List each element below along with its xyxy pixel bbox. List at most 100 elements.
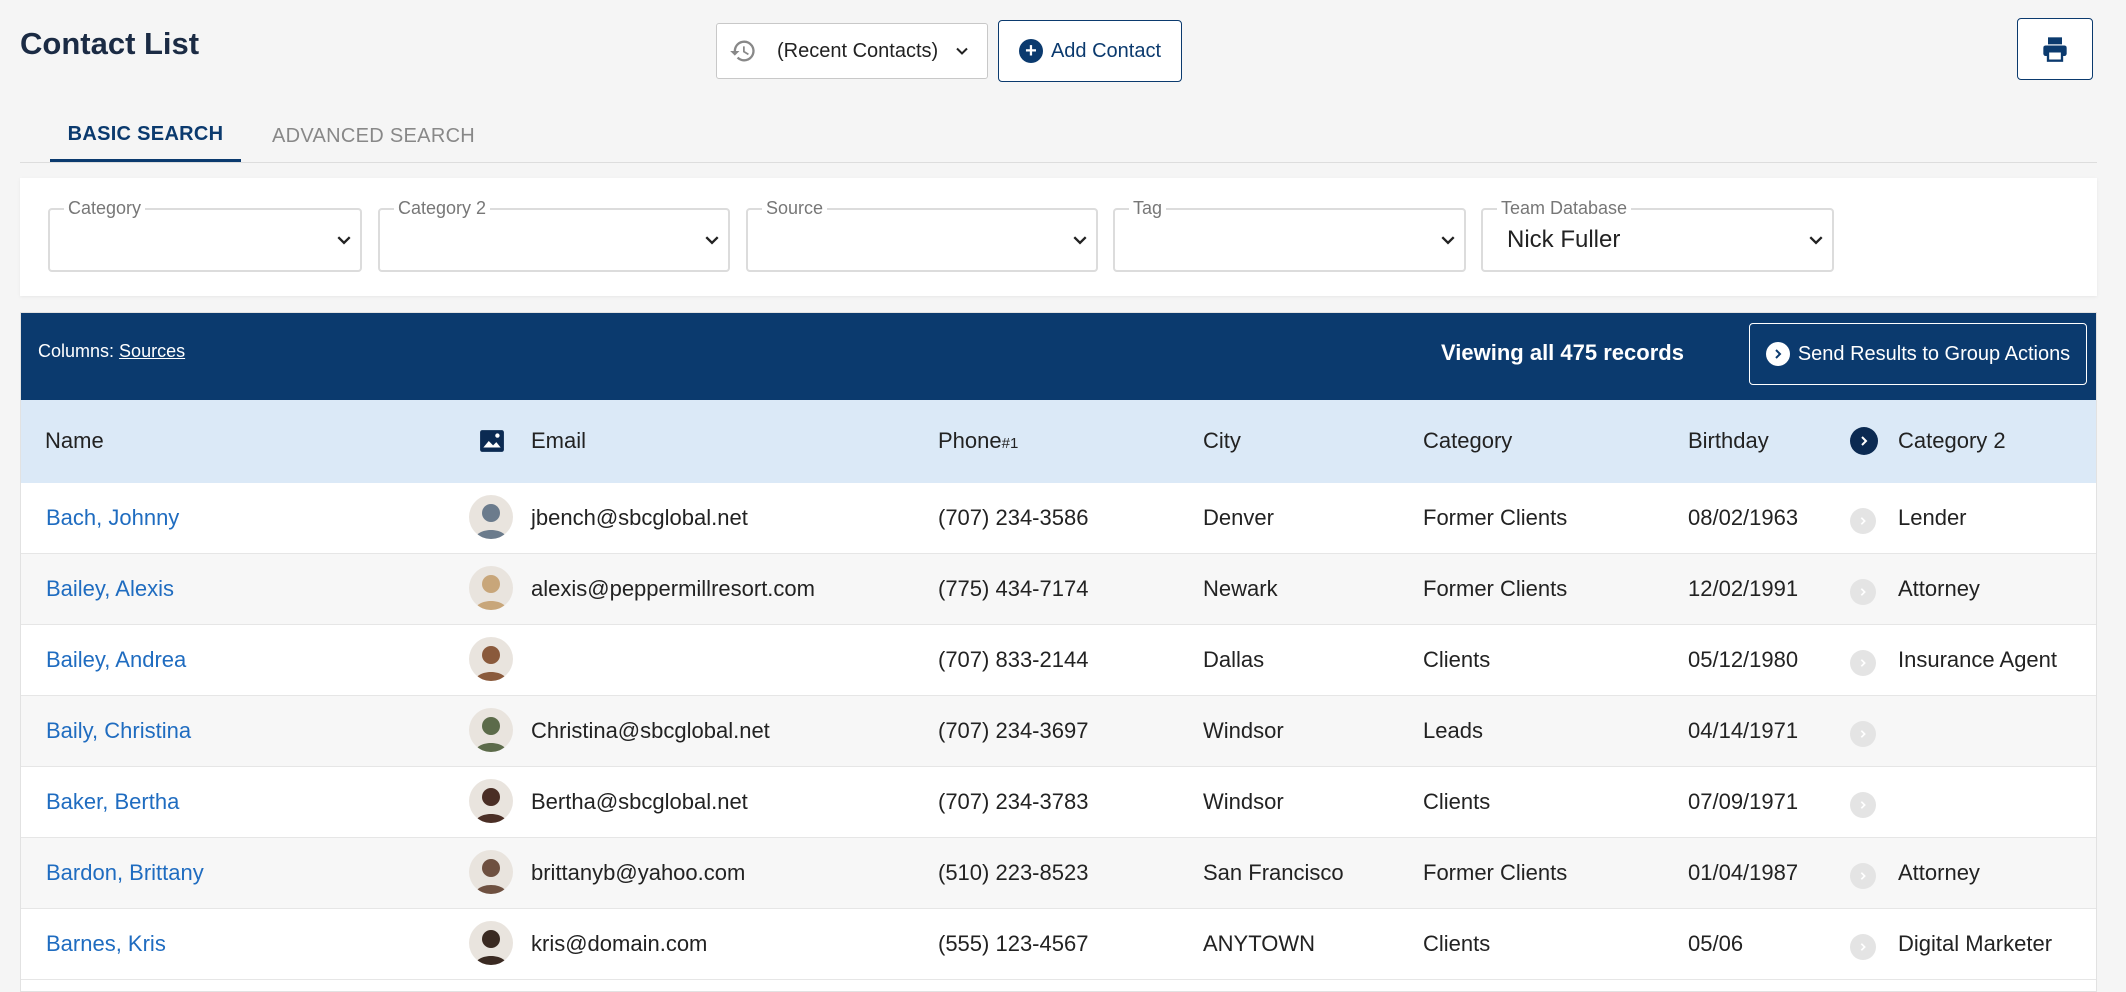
header-phone[interactable]: Phone#1 [938, 428, 1018, 454]
chevron-right-icon[interactable] [1850, 792, 1876, 818]
avatar [469, 495, 513, 539]
contact-name-link[interactable]: Bardon, Brittany [46, 860, 204, 886]
contact-name-link[interactable]: Baker, Bertha [46, 789, 179, 815]
contact-category2: Insurance Agent [1898, 647, 2058, 672]
contact-category: Clients [1423, 789, 1491, 814]
contact-email: Bertha@sbcglobal.net [531, 789, 748, 814]
contact-city: Newark [1203, 576, 1278, 601]
team-database-select[interactable]: Team Database Nick Fuller [1481, 198, 1834, 272]
chevron-down-icon [956, 47, 968, 55]
page-title: Contact List [20, 26, 200, 61]
contact-name-link[interactable]: Bailey, Andrea [46, 647, 186, 673]
category-select[interactable]: Category [48, 198, 362, 272]
chevron-right-icon[interactable] [1850, 721, 1876, 747]
avatar [469, 921, 513, 965]
filter-panel: Category Category 2 Source Tag Team Data… [20, 178, 2097, 296]
contact-phone: (707) 234-3586 [938, 505, 1089, 530]
header-birthday[interactable]: Birthday [1688, 428, 1769, 454]
category2-label: Category 2 [394, 198, 491, 219]
avatar [469, 637, 513, 681]
avatar [469, 779, 513, 823]
contact-name-link[interactable]: Baily, Christina [46, 718, 191, 744]
contact-phone: (555) 123-4567 [938, 931, 1089, 956]
source-select[interactable]: Source [746, 198, 1098, 272]
chevron-right-icon[interactable] [1850, 508, 1876, 534]
contact-email: kris@domain.com [531, 931, 708, 956]
tab-basic-search[interactable]: BASIC SEARCH [50, 110, 241, 162]
printer-icon [2043, 37, 2067, 62]
contact-phone: (707) 234-3783 [938, 789, 1089, 814]
contact-email: brittanyb@yahoo.com [531, 860, 746, 885]
columns-sources-link[interactable]: Sources [119, 341, 185, 361]
table-row[interactable]: Bardon, Brittany brittanyb@yahoo.com (51… [21, 838, 2096, 909]
contact-city: San Francisco [1203, 860, 1344, 885]
avatar [469, 566, 513, 610]
chevron-down-icon [705, 236, 719, 245]
chevron-right-icon[interactable] [1850, 863, 1876, 889]
contact-email: alexis@peppermillresort.com [531, 576, 815, 601]
search-tabs: BASIC SEARCH ADVANCED SEARCH [20, 110, 2097, 163]
table-body: Bach, Johnny jbench@sbcglobal.net (707) … [21, 483, 2096, 980]
chevron-right-icon[interactable] [1850, 579, 1876, 605]
contact-phone: (510) 223-8523 [938, 860, 1089, 885]
header-category[interactable]: Category [1423, 428, 1512, 454]
team-database-value: Nick Fuller [1507, 226, 1621, 253]
history-icon [730, 40, 755, 62]
table-row[interactable]: Barnes, Kris kris@domain.com (555) 123-4… [21, 909, 2096, 980]
table-row[interactable]: Baker, Bertha Bertha@sbcglobal.net (707)… [21, 767, 2096, 838]
contact-category: Former Clients [1423, 576, 1568, 601]
contact-birthday: 05/06 [1688, 931, 1744, 956]
tag-select[interactable]: Tag [1113, 198, 1466, 272]
contact-category: Clients [1423, 931, 1491, 956]
print-button[interactable] [2017, 18, 2093, 80]
add-contact-button[interactable]: + Add Contact [998, 20, 1182, 82]
contact-city: Windsor [1203, 718, 1284, 743]
header-category2[interactable]: Category 2 [1898, 428, 2006, 454]
contacts-table: Columns: Sources Viewing all 475 records… [20, 312, 2097, 992]
table-row[interactable]: Bach, Johnny jbench@sbcglobal.net (707) … [21, 483, 2096, 554]
tab-advanced-search[interactable]: ADVANCED SEARCH [272, 110, 475, 162]
contact-name-link[interactable]: Bach, Johnny [46, 505, 179, 531]
chevron-right-circle-icon[interactable] [1850, 427, 1878, 455]
contact-name-link[interactable]: Barnes, Kris [46, 931, 166, 957]
image-icon [480, 430, 504, 452]
contact-category2: Attorney [1898, 576, 1980, 601]
recent-contacts-select[interactable]: (Recent Contacts) [716, 23, 988, 79]
contact-city: Windsor [1203, 789, 1284, 814]
contact-birthday: 12/02/1991 [1688, 576, 1799, 601]
send-button-label: Send Results to Group Actions [1797, 342, 2071, 365]
category-label: Category [64, 198, 146, 219]
results-bar: Columns: Sources Viewing all 475 records… [21, 313, 2096, 400]
chevron-right-icon[interactable] [1850, 650, 1876, 676]
chevron-down-icon [1809, 236, 1823, 245]
header-city[interactable]: City [1203, 428, 1241, 454]
contact-city: Denver [1203, 505, 1274, 530]
contact-category2: Attorney [1898, 860, 1980, 885]
contact-birthday: 08/02/1963 [1688, 505, 1799, 530]
header-email[interactable]: Email [531, 428, 586, 454]
contact-category2: Digital Marketer [1898, 931, 2053, 956]
chevron-down-icon [1073, 236, 1087, 245]
contact-category: Clients [1423, 647, 1491, 672]
source-label: Source [762, 198, 828, 219]
recent-contacts-label: (Recent Contacts) [777, 39, 939, 62]
chevron-right-icon[interactable] [1850, 934, 1876, 960]
chevron-down-icon [337, 236, 351, 245]
tag-label: Tag [1129, 198, 1167, 219]
contact-birthday: 05/12/1980 [1688, 647, 1799, 672]
send-to-group-actions-button[interactable]: Send Results to Group Actions [1749, 323, 2087, 385]
contact-birthday: 04/14/1971 [1688, 718, 1799, 743]
avatar [469, 850, 513, 894]
record-count: Viewing all 475 records [1441, 340, 1684, 365]
contact-email: Christina@sbcglobal.net [531, 718, 770, 743]
table-row[interactable]: Baily, Christina Christina@sbcglobal.net… [21, 696, 2096, 767]
contact-name-link[interactable]: Bailey, Alexis [46, 576, 174, 602]
table-row[interactable]: Bailey, Andrea (707) 833-2144 Dallas Cli… [21, 625, 2096, 696]
contact-phone: (775) 434-7174 [938, 576, 1089, 601]
team-database-label: Team Database [1497, 198, 1632, 219]
contact-city: Dallas [1203, 647, 1265, 672]
category2-select[interactable]: Category 2 [378, 198, 730, 272]
table-row[interactable]: Bailey, Alexis alexis@peppermillresort.c… [21, 554, 2096, 625]
contact-category: Former Clients [1423, 505, 1568, 530]
header-name[interactable]: Name [45, 428, 104, 454]
